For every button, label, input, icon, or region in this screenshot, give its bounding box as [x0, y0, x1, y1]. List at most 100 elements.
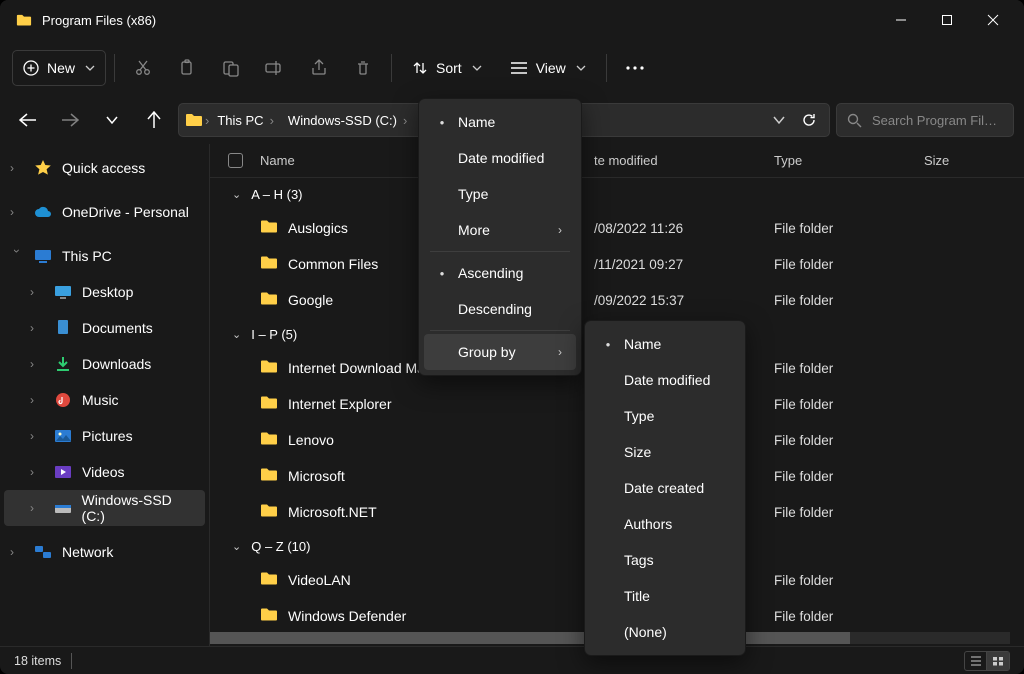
group-menu-size[interactable]: Size: [590, 434, 740, 470]
desktop-icon: [54, 283, 72, 301]
group-menu-date-modified[interactable]: Date modified: [590, 362, 740, 398]
file-name: Common Files: [288, 256, 378, 272]
group-header[interactable]: ⌄A – H (3): [210, 178, 1024, 210]
file-type: File folder: [774, 397, 924, 412]
sort-menu-type[interactable]: Type: [424, 176, 576, 212]
file-type: File folder: [774, 361, 924, 376]
history-dropdown[interactable]: [765, 103, 793, 137]
sidebar-windows-ssd[interactable]: ›Windows-SSD (C:): [4, 490, 205, 526]
back-button[interactable]: [10, 102, 46, 138]
sort-menu-name[interactable]: ●Name: [424, 104, 576, 140]
network-icon: [34, 543, 52, 561]
rename-button[interactable]: [255, 50, 295, 86]
sidebar-music[interactable]: ›Music: [0, 382, 209, 418]
sidebar-network[interactable]: ›Network: [0, 534, 209, 570]
sort-menu-more[interactable]: More›: [424, 212, 576, 248]
group-menu-type[interactable]: Type: [590, 398, 740, 434]
view-toggle[interactable]: [964, 651, 1010, 671]
sort-menu-descending[interactable]: Descending: [424, 291, 576, 327]
sidebar: ›Quick access ›OneDrive - Personal ›This…: [0, 144, 210, 646]
delete-button[interactable]: [343, 50, 383, 86]
pictures-icon: [54, 427, 72, 445]
column-type[interactable]: Type: [774, 153, 924, 168]
recent-button[interactable]: [94, 102, 130, 138]
search-placeholder: Search Program Fil…: [872, 113, 997, 128]
sidebar-onedrive[interactable]: ›OneDrive - Personal: [0, 194, 209, 230]
up-button[interactable]: [136, 102, 172, 138]
documents-icon: [54, 319, 72, 337]
videos-icon: [54, 463, 72, 481]
titlebar[interactable]: Program Files (x86): [0, 0, 1024, 40]
cut-icon: [134, 59, 152, 77]
star-icon: [34, 159, 52, 177]
thumbnails-view-icon[interactable]: [987, 652, 1009, 670]
sidebar-desktop[interactable]: ›Desktop: [0, 274, 209, 310]
column-headers: Name⌃ te modified Type Size: [210, 144, 1024, 178]
close-button[interactable]: [970, 0, 1016, 40]
sort-button[interactable]: Sort: [400, 50, 494, 86]
column-size[interactable]: Size: [924, 153, 1024, 168]
folder-icon: [260, 255, 278, 273]
new-button[interactable]: New: [12, 50, 106, 86]
sort-icon: [412, 60, 428, 76]
ellipsis-icon: [626, 66, 644, 70]
paste-button[interactable]: [211, 50, 251, 86]
view-label: View: [536, 60, 566, 76]
sidebar-this-pc[interactable]: ›This PC: [0, 238, 209, 274]
sort-menu-date-modified[interactable]: Date modified: [424, 140, 576, 176]
folder-icon: [260, 431, 278, 449]
group-menu-authors[interactable]: Authors: [590, 506, 740, 542]
details-view-icon[interactable]: [965, 652, 987, 670]
file-row[interactable]: Common Files/11/2021 09:27File folder: [210, 246, 1024, 282]
copy-button[interactable]: [167, 50, 207, 86]
view-button[interactable]: View: [498, 50, 598, 86]
sidebar-downloads[interactable]: ›Downloads: [0, 346, 209, 382]
file-type: File folder: [774, 293, 924, 308]
file-date: /11/2021 09:27: [594, 257, 774, 272]
more-button[interactable]: [615, 50, 655, 86]
breadcrumb-item[interactable]: This PC›: [211, 113, 280, 128]
sidebar-pictures[interactable]: ›Pictures: [0, 418, 209, 454]
chevron-down-icon: [576, 63, 586, 73]
group-by-menu: ●Name Date modified Type Size Date creat…: [584, 320, 746, 656]
folder-icon: [260, 571, 278, 589]
group-menu-tags[interactable]: Tags: [590, 542, 740, 578]
forward-button[interactable]: [52, 102, 88, 138]
chevron-down-icon: [472, 63, 482, 73]
column-date[interactable]: te modified: [594, 153, 774, 168]
folder-icon: [260, 359, 278, 377]
maximize-button[interactable]: [924, 0, 970, 40]
search-input[interactable]: Search Program Fil…: [836, 103, 1014, 137]
file-row[interactable]: Auslogics/08/2022 11:26File folder: [210, 210, 1024, 246]
sort-menu-ascending[interactable]: ●Ascending: [424, 255, 576, 291]
search-icon: [847, 113, 862, 128]
group-menu-date-created[interactable]: Date created: [590, 470, 740, 506]
folder-icon: [260, 467, 278, 485]
copy-icon: [179, 59, 195, 77]
group-menu-name[interactable]: ●Name: [590, 326, 740, 362]
refresh-button[interactable]: [795, 103, 823, 137]
sort-menu-group-by[interactable]: Group by›: [424, 334, 576, 370]
file-name: Internet Explorer: [288, 396, 392, 412]
cut-button[interactable]: [123, 50, 163, 86]
sidebar-quick-access[interactable]: ›Quick access: [0, 150, 209, 186]
file-name: Auslogics: [288, 220, 348, 236]
group-menu-none[interactable]: (None): [590, 614, 740, 650]
file-type: File folder: [774, 469, 924, 484]
file-name: Lenovo: [288, 432, 334, 448]
sidebar-documents[interactable]: ›Documents: [0, 310, 209, 346]
minimize-button[interactable]: [878, 0, 924, 40]
file-name: VideoLAN: [288, 572, 351, 588]
downloads-icon: [54, 355, 72, 373]
chevron-down-icon: [85, 63, 95, 73]
sort-menu: ●Name Date modified Type More› ●Ascendin…: [418, 98, 582, 376]
share-button[interactable]: [299, 50, 339, 86]
sidebar-videos[interactable]: ›Videos: [0, 454, 209, 490]
file-row[interactable]: Google/09/2022 15:37File folder: [210, 282, 1024, 318]
new-label: New: [47, 60, 75, 76]
file-type: File folder: [774, 221, 924, 236]
breadcrumb-item[interactable]: Windows-SSD (C:)›: [282, 113, 413, 128]
folder-icon: [185, 111, 203, 129]
group-menu-title[interactable]: Title: [590, 578, 740, 614]
select-all-checkbox[interactable]: [228, 153, 243, 168]
